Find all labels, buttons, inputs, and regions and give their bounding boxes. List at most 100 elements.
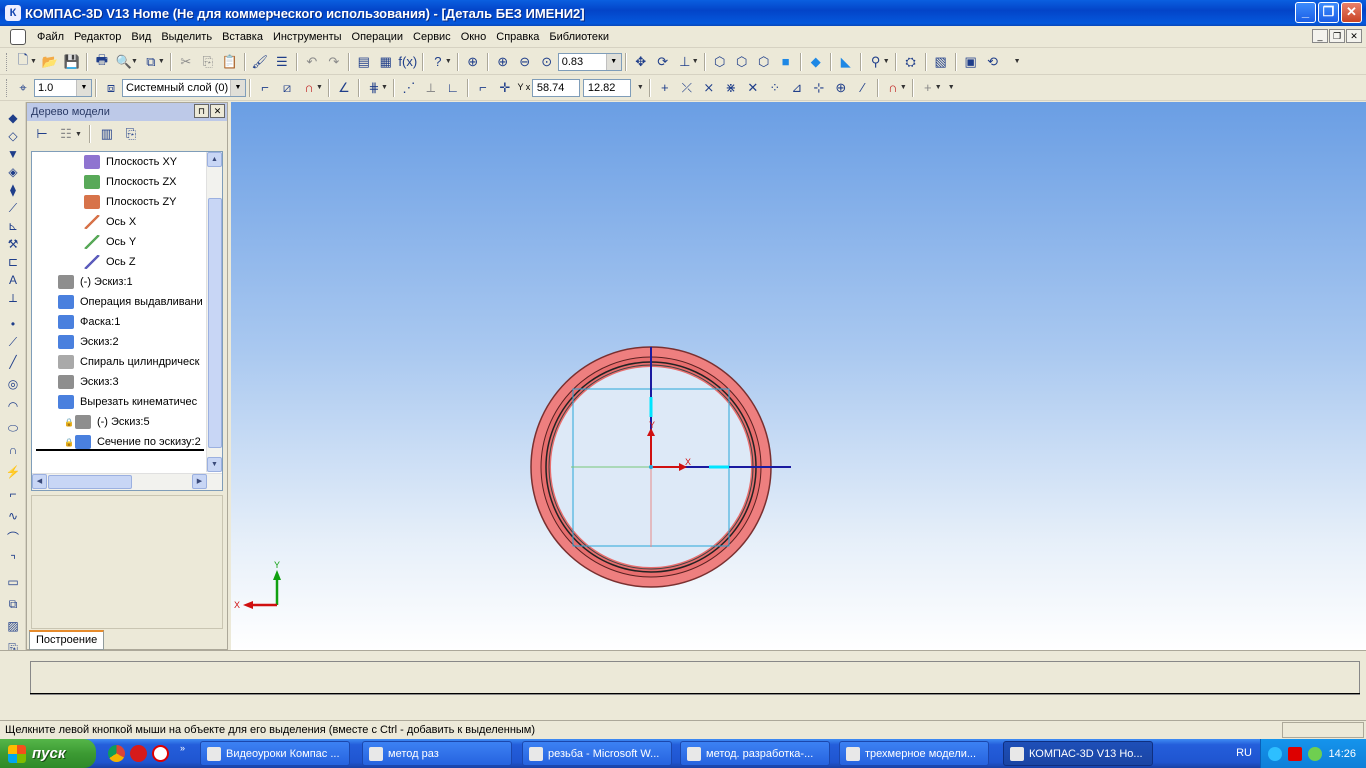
selection-filter-icon[interactable]: ⛭ xyxy=(900,51,922,73)
chevron-down-icon[interactable]: ▼ xyxy=(445,58,452,65)
scroll-up-icon[interactable]: ▲ xyxy=(207,152,222,167)
zoom-scale-icon[interactable]: ⊙ xyxy=(536,51,558,73)
chevron-down-icon[interactable]: ▼ xyxy=(883,58,890,65)
taskbar-task[interactable]: метод раз xyxy=(362,741,512,766)
bezier-icon[interactable]: ∿ xyxy=(4,508,22,524)
doc-restore-button[interactable]: ❐ xyxy=(1329,29,1345,43)
tree-item[interactable]: Спираль цилиндрическ xyxy=(58,352,199,372)
menu-libraries[interactable]: Библиотеки xyxy=(544,31,614,43)
rotate-icon[interactable]: ⟳ xyxy=(652,51,674,73)
filter-icon[interactable]: ▼ xyxy=(4,146,22,162)
sheet-metal-icon[interactable]: ⊏ xyxy=(4,254,22,270)
chevron-down-icon[interactable]: ▼ xyxy=(692,58,699,65)
3d-viewport[interactable]: Y X Y X xyxy=(231,102,1366,650)
tray-arrow-icon[interactable] xyxy=(1268,746,1283,761)
manager-variables-icon[interactable]: ▦ xyxy=(375,51,397,73)
layers-icon[interactable]: ⧈ xyxy=(100,77,122,99)
coordinate-system-icon[interactable]: ⟂ xyxy=(420,77,442,99)
tree-item[interactable]: Вырезать кинематичес xyxy=(58,392,197,412)
tree-item[interactable]: Плоскость ZY xyxy=(84,192,177,212)
ellipse-icon[interactable]: ⬭ xyxy=(4,420,22,436)
orthogonal-icon[interactable]: ∠ xyxy=(333,77,355,99)
zoom-scale-combo[interactable]: 0.83 ▼ xyxy=(557,52,622,71)
open-folder-icon[interactable]: 📂 xyxy=(39,51,61,73)
kompas-app-icon[interactable]: К xyxy=(5,5,21,21)
measure-icon[interactable]: ⊾ xyxy=(4,218,22,234)
undo-icon[interactable]: ↶ xyxy=(301,51,323,73)
menu-file[interactable]: Файл xyxy=(32,31,69,43)
arc-icon[interactable]: ◠ xyxy=(4,398,22,414)
tree-vertical-scrollbar[interactable]: ▲ ▼ xyxy=(206,152,222,472)
menu-select[interactable]: Выделить xyxy=(156,31,217,43)
tree-item[interactable]: Фаска:1 xyxy=(58,312,120,332)
chrome-icon[interactable] xyxy=(108,745,125,762)
tab-construction[interactable]: Построение xyxy=(29,630,105,650)
tree-item[interactable]: Ось Z xyxy=(84,252,136,272)
chevron-down-icon[interactable]: ▼ xyxy=(948,84,955,91)
wireframe-icon[interactable]: ⬡ xyxy=(709,51,731,73)
zoom-window-icon[interactable]: ⊕ xyxy=(462,51,484,73)
menu-editor[interactable]: Редактор xyxy=(69,31,126,43)
snap-intersection-icon[interactable]: ⤫ xyxy=(676,77,698,99)
local-cs-icon[interactable]: ⋰ xyxy=(398,77,420,99)
hidden-lines-thin-icon[interactable]: ⬡ xyxy=(753,51,775,73)
projection-icon[interactable]: ⧉ xyxy=(4,596,22,612)
restore-button[interactable]: ❐ xyxy=(1318,2,1339,23)
taskbar-task[interactable]: резьба - Microsoft W... xyxy=(522,741,672,766)
tree-item[interactable]: Ось X xyxy=(84,212,136,232)
doc-close-button[interactable]: ✕ xyxy=(1346,29,1362,43)
tree-properties-icon[interactable]: ⎘ xyxy=(120,123,142,145)
snap-line-icon[interactable]: ⁄ xyxy=(852,77,874,99)
menu-service[interactable]: Сервис xyxy=(408,31,456,43)
cursor-x-field[interactable]: 58.74 xyxy=(531,78,580,97)
menu-view[interactable]: Вид xyxy=(126,31,156,43)
chevron-down-icon[interactable]: ▼ xyxy=(75,131,82,138)
tree-item[interactable]: 🔒 (-) Эскиз:5 xyxy=(64,412,150,432)
snap-angle-icon[interactable]: ⊿ xyxy=(786,77,808,99)
fillet-icon[interactable]: ⌒ xyxy=(4,530,22,546)
cursor-y-field[interactable]: 12.82 xyxy=(582,78,631,97)
chevron-down-icon[interactable]: ▼ xyxy=(30,58,37,65)
circle-icon[interactable]: ◎ xyxy=(4,376,22,392)
paste-icon[interactable]: 📋 xyxy=(219,51,241,73)
pin-icon[interactable]: ⊓ xyxy=(194,104,209,118)
diagnostics-icon[interactable]: ⚒ xyxy=(4,236,22,252)
surfaces-icon[interactable]: ◈ xyxy=(4,164,22,180)
menu-operations[interactable]: Операции xyxy=(347,31,408,43)
rectangle-icon[interactable]: ▭ xyxy=(4,574,22,590)
minimize-button[interactable]: _ xyxy=(1295,2,1316,23)
hidden-lines-icon[interactable]: ⬡ xyxy=(731,51,753,73)
taskbar-task[interactable]: КОМПАС-3D V13 Ho... xyxy=(1003,741,1153,766)
tray-antivirus-icon[interactable] xyxy=(1288,746,1303,761)
annotation-icon[interactable]: A xyxy=(4,272,22,288)
chevron-right-icon[interactable]: » xyxy=(180,743,185,753)
layer-combo[interactable]: Системный слой (0) ▼ xyxy=(122,78,246,97)
copy-icon[interactable]: ⎘ xyxy=(197,51,219,73)
start-button[interactable]: пуск xyxy=(0,739,96,768)
redo-icon[interactable]: ↷ xyxy=(323,51,345,73)
chevron-down-icon[interactable]: ▼ xyxy=(935,84,942,91)
cursor-coords-icon[interactable]: ✛ xyxy=(494,77,516,99)
close-button[interactable]: ✕ xyxy=(1341,2,1362,23)
refresh-icon[interactable]: ⟲ xyxy=(982,51,1004,73)
taskbar-task[interactable]: трехмерное модели... xyxy=(839,741,989,766)
tree-horizontal-scrollbar[interactable]: ◀ ▶ xyxy=(32,473,222,490)
spatial-curves-icon[interactable]: ◇ xyxy=(4,128,22,144)
editing-ops-icon[interactable]: ◆ xyxy=(4,110,22,126)
equidistant-icon[interactable]: ∩ xyxy=(4,442,22,458)
properties-icon[interactable]: ☰ xyxy=(271,51,293,73)
chamfer-line-icon[interactable]: ⌝ xyxy=(4,552,22,568)
chevron-down-icon[interactable]: ▼ xyxy=(381,84,388,91)
step-cursor-icon[interactable]: ⌖ xyxy=(12,77,34,99)
toolbar-grip[interactable] xyxy=(6,52,9,71)
scroll-left-icon[interactable]: ◀ xyxy=(32,474,47,489)
menu-insert[interactable]: Вставка xyxy=(217,31,268,43)
snap-point-icon[interactable]: ⊹ xyxy=(808,77,830,99)
shaded-icon[interactable]: ■ xyxy=(775,51,797,73)
scroll-thumb[interactable] xyxy=(208,198,222,448)
perspective-icon[interactable]: ◣ xyxy=(835,51,857,73)
chevron-down-icon[interactable]: ▼ xyxy=(316,84,323,91)
polyline-icon[interactable]: ⌐ xyxy=(4,486,22,502)
parametric-mode-icon[interactable]: ⧄ xyxy=(276,77,298,99)
pan-icon[interactable]: ✥ xyxy=(630,51,652,73)
